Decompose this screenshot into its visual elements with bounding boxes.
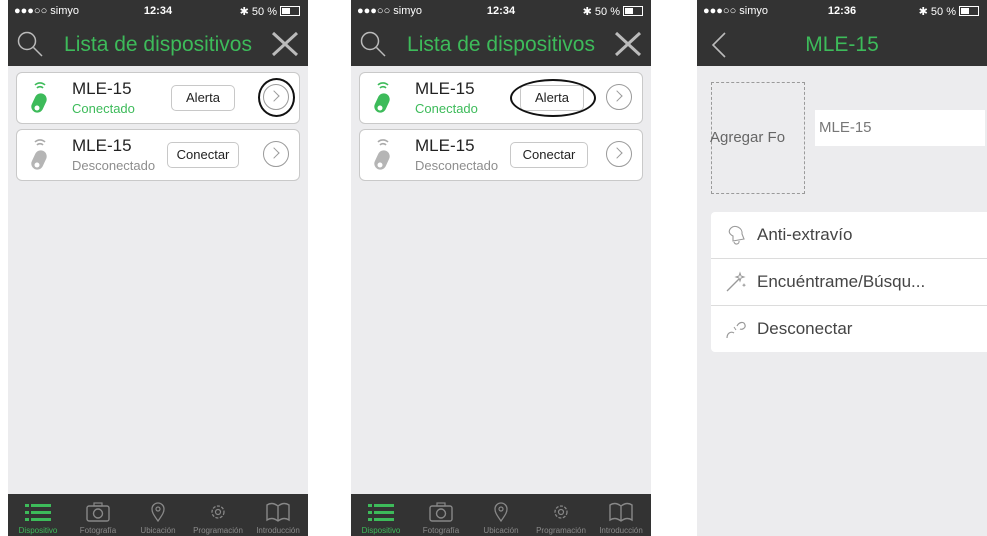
tools-icon[interactable] [613,30,643,63]
tab-label: Ubicación [483,526,519,535]
menu-item-label: Desconectar [757,319,853,338]
device-action-menu: Anti-extravío Encuéntrame/Búsqu... Desco… [711,212,987,352]
status-bar: ●●●○○ simyo 12:36 ✱ 50 % [697,0,987,22]
status-bar: ●●●○○ simyo 12:34 ✱ 50 % [8,0,308,22]
battery-indicator: ✱ 50 % [583,5,643,18]
tab-label: Ubicación [140,526,176,535]
book-icon [266,502,290,527]
magic-wand-icon [725,271,747,298]
tab-label: Programación [536,526,586,535]
device-row[interactable]: MLE-15 Conectado Alerta [359,72,643,124]
menu-item-label: Encuéntrame/Búsqu... [757,272,926,291]
tab-fotografia[interactable]: Fotografía [68,494,128,536]
camera-icon [429,502,453,527]
device-status: Desconectado [72,158,156,173]
tab-bar: Dispositivo Fotografía Ubicación Program… [351,494,651,536]
battery-icon [280,6,300,16]
device-name-value: MLE-15 [819,119,872,136]
tab-label: Fotografía [79,526,117,535]
book-icon [609,502,633,527]
alert-button[interactable]: Alerta [171,85,235,111]
connect-button[interactable]: Conectar [167,142,239,168]
menu-item-find-me[interactable]: Encuéntrame/Búsqu... [711,259,987,306]
battery-icon [959,6,979,16]
chevron-right-icon[interactable] [263,84,289,110]
alarm-icon [725,224,747,251]
device-name: MLE-15 [415,79,475,98]
menu-item-anti-loss[interactable]: Anti-extravío [711,212,987,259]
unlink-icon [725,318,747,345]
chevron-right-icon[interactable] [263,141,289,167]
tab-label: Dispositivo [361,526,401,535]
tracker-connected-icon [27,81,53,120]
tab-bar: Dispositivo Fotografía Ubicación Program… [8,494,308,536]
tab-programacion[interactable]: Programación [531,494,591,536]
device-row[interactable]: MLE-15 Desconectado Conectar [359,129,643,181]
status-bar: ●●●○○ simyo 12:34 ✱ 50 % [351,0,651,22]
menu-item-label: Anti-extravío [757,225,853,244]
add-photo-label: Agregar Fo [710,129,786,146]
nav-bar: Lista de dispositivos [8,22,308,66]
tools-icon[interactable] [270,30,300,63]
battery-indicator: ✱ 50 % [240,5,300,18]
connect-button[interactable]: Conectar [510,142,588,168]
battery-label: 50 % [930,6,956,18]
menu-item-disconnect[interactable]: Desconectar [711,306,987,352]
device-row[interactable]: MLE-15 Desconectado Conectar [16,129,300,181]
gear-icon [208,502,228,527]
page-title: Lista de dispositivos [64,33,252,56]
tab-dispositivo[interactable]: Dispositivo [351,494,411,536]
device-name: MLE-15 [415,136,475,155]
tab-introduccion[interactable]: Introducción [248,494,308,536]
battery-indicator: ✱ 50 % [919,5,979,18]
add-photo-placeholder[interactable]: Agregar Fo [710,82,805,194]
tracker-disconnected-icon [370,138,396,177]
tab-dispositivo[interactable]: Dispositivo [8,494,68,536]
location-pin-icon [150,502,166,527]
tab-label: Programación [193,526,243,535]
tab-label: Introducción [599,526,643,535]
tab-label: Dispositivo [18,526,58,535]
chevron-right-icon[interactable] [606,84,632,110]
device-status: Desconectado [415,158,499,173]
battery-icon [623,6,643,16]
tab-introduccion[interactable]: Introducción [591,494,651,536]
camera-icon [86,502,110,527]
device-status: Conectado [415,101,478,116]
nav-bar: MLE-15 [697,22,987,66]
tracker-disconnected-icon [27,138,53,177]
page-title: Lista de dispositivos [407,33,595,56]
tracker-connected-icon [370,81,396,120]
list-icon [25,502,51,527]
device-status: Conectado [72,101,135,116]
gear-icon [551,502,571,527]
tab-label: Fotografía [422,526,460,535]
device-detail-screen: ●●●○○ simyo 12:36 ✱ 50 % MLE-15 Agregar … [697,0,987,536]
tab-fotografia[interactable]: Fotografía [411,494,471,536]
tab-ubicacion[interactable]: Ubicación [128,494,188,536]
chevron-right-icon[interactable] [606,141,632,167]
tab-label: Introducción [256,526,300,535]
battery-label: 50 % [594,6,620,18]
device-list-screen-2: ●●●○○ simyo 12:34 ✱ 50 % Lista de dispos… [351,0,651,536]
device-name: MLE-15 [72,136,132,155]
page-title: MLE-15 [805,33,879,56]
location-pin-icon [493,502,509,527]
list-icon [368,502,394,527]
device-list: MLE-15 Conectado Alerta MLE-15 Desconect… [8,66,308,181]
device-name: MLE-15 [72,79,132,98]
device-name-field[interactable]: MLE-15 [815,110,985,146]
tab-programacion[interactable]: Programación [188,494,248,536]
tab-ubicacion[interactable]: Ubicación [471,494,531,536]
battery-label: 50 % [251,6,277,18]
nav-bar: Lista de dispositivos [351,22,651,66]
alert-button[interactable]: Alerta [520,85,584,111]
device-row[interactable]: MLE-15 Conectado Alerta [16,72,300,124]
device-list: MLE-15 Conectado Alerta MLE-15 Desconect… [351,66,651,181]
device-list-screen-1: ●●●○○ simyo 12:34 ✱ 50 % Lista de dispos… [8,0,308,536]
